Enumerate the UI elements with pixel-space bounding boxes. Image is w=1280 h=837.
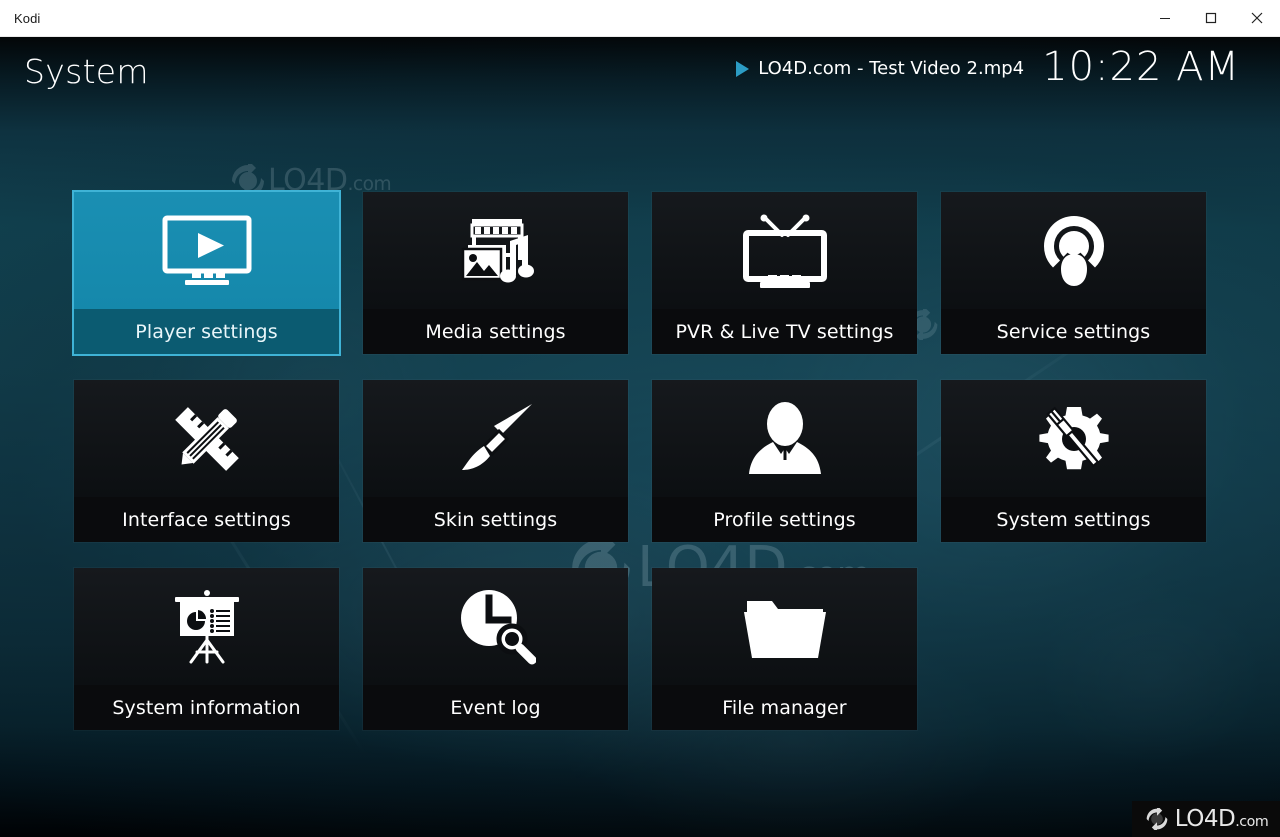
kodi-window: Kodi LO4D.com System LO4D.com - Test Vid… — [0, 0, 1280, 837]
tile-icon-area — [941, 192, 1206, 309]
tile-icon-area — [74, 568, 339, 685]
tile-interface-settings[interactable]: Interface settings — [74, 380, 339, 542]
header-right: LO4D.com - Test Video 2.mp4 10:22 AM — [736, 47, 1240, 87]
maximize-icon — [1205, 12, 1217, 24]
kodi-app-area: LO4D.com LO4D.com LO4D.com System — [0, 37, 1280, 837]
lo4d-logo-icon — [1146, 808, 1168, 830]
gear-screwdriver-icon — [1038, 406, 1109, 469]
paintbrush-icon — [461, 403, 532, 470]
close-button[interactable] — [1234, 0, 1280, 36]
minimize-button[interactable] — [1142, 0, 1188, 36]
tile-label: Skin settings — [363, 497, 628, 542]
play-icon — [736, 60, 750, 77]
tile-media-settings[interactable]: Media settings — [363, 192, 628, 354]
folder-icon — [743, 600, 826, 658]
tile-label: Event log — [363, 685, 628, 730]
tile-file-manager[interactable]: File manager — [652, 568, 917, 730]
person-icon — [748, 401, 821, 474]
tile-label: System information — [74, 685, 339, 730]
tile-system-settings[interactable]: System settings — [941, 380, 1206, 542]
presentation-chart-icon — [174, 589, 239, 663]
tile-icon-area — [652, 568, 917, 685]
tile-label: Media settings — [363, 309, 628, 354]
tile-icon-area — [652, 380, 917, 497]
lo4d-badge: LO4D.com — [1132, 801, 1280, 837]
media-library-icon — [461, 218, 534, 282]
minimize-icon — [1160, 18, 1170, 19]
tile-label: Service settings — [941, 309, 1206, 354]
now-playing-indicator[interactable]: LO4D.com - Test Video 2.mp4 — [736, 58, 1024, 79]
page-title: System — [24, 52, 149, 91]
tile-profile-settings[interactable]: Profile settings — [652, 380, 917, 542]
now-playing-title: LO4D.com - Test Video 2.mp4 — [758, 58, 1025, 79]
tile-label: PVR & Live TV settings — [652, 309, 917, 354]
clock: 10:22 AM — [1042, 44, 1240, 90]
lo4d-badge-text: LO4D.com — [1174, 806, 1269, 832]
tile-icon-area — [363, 192, 628, 309]
tile-label: System settings — [941, 497, 1206, 542]
tile-label: File manager — [652, 685, 917, 730]
tile-service-settings[interactable]: Service settings — [941, 192, 1206, 354]
tile-label: Player settings — [74, 309, 339, 354]
settings-grid: Player settings Media settings PVR & Liv… — [72, 190, 1206, 730]
close-icon — [1251, 12, 1263, 24]
tile-icon-area — [74, 192, 339, 309]
monitor-play-icon — [162, 215, 251, 285]
tile-event-log[interactable]: Event log — [363, 568, 628, 730]
tile-label: Interface settings — [74, 497, 339, 542]
tile-label: Profile settings — [652, 497, 917, 542]
window-titlebar: Kodi — [0, 0, 1280, 37]
broadcast-person-icon — [1043, 215, 1104, 286]
tile-icon-area — [941, 380, 1206, 497]
tile-skin-settings[interactable]: Skin settings — [363, 380, 628, 542]
ruler-pencil-icon — [174, 406, 239, 471]
tv-antenna-icon — [742, 214, 827, 288]
tile-pvr-live-tv-settings[interactable]: PVR & Live TV settings — [652, 192, 917, 354]
clock-search-icon — [460, 589, 536, 664]
tile-icon-area — [363, 568, 628, 685]
maximize-button[interactable] — [1188, 0, 1234, 36]
tile-icon-area — [74, 380, 339, 497]
tile-icon-area — [652, 192, 917, 309]
tile-player-settings[interactable]: Player settings — [72, 190, 341, 356]
tile-icon-area — [363, 380, 628, 497]
tile-system-information[interactable]: System information — [74, 568, 339, 730]
kodi-header: System LO4D.com - Test Video 2.mp4 10:22… — [0, 37, 1280, 132]
window-title: Kodi — [14, 10, 41, 26]
